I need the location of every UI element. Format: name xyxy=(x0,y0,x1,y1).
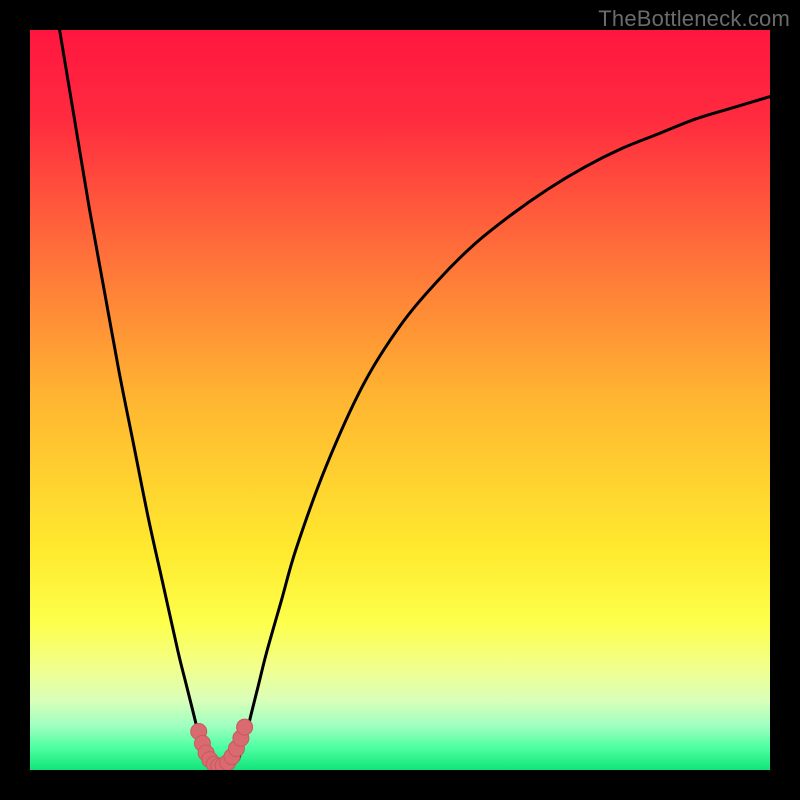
valley-marker xyxy=(237,719,253,735)
watermark-text: TheBottleneck.com xyxy=(598,6,790,32)
chart-frame xyxy=(30,30,770,770)
gradient-background xyxy=(30,30,770,770)
bottleneck-chart xyxy=(30,30,770,770)
